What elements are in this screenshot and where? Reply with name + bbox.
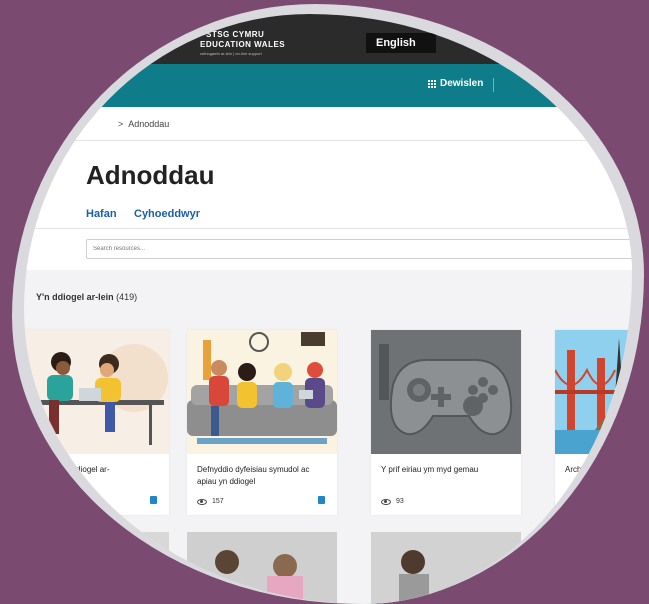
view-count-value: 93 <box>396 498 404 505</box>
card-title: Defnyddio dyfeisiau symudol ac apiau yn … <box>197 465 310 486</box>
eye-icon <box>197 498 207 505</box>
resource-card[interactable] <box>371 532 521 604</box>
navigation-bar <box>24 64 632 107</box>
page-title: Adnoddau <box>86 160 215 190</box>
resource-card[interactable]: plant chi yn ddiogel ar- <box>24 330 169 515</box>
search-input[interactable] <box>86 239 632 259</box>
screenshot-bubble: STSG CYMRU EDUCATION WALES cefnogaeth ar… <box>24 14 632 604</box>
resource-card[interactable]: Defnyddio dyfeisiau symudol ac apiau yn … <box>187 330 337 515</box>
view-count: 157 <box>197 498 224 505</box>
top-bar <box>24 14 632 64</box>
card-illustration <box>371 330 521 454</box>
view-count-value: 157 <box>212 498 224 505</box>
card-illustration <box>24 330 169 454</box>
breadcrumb: > Adnoddau <box>118 119 169 129</box>
results-count: (419) <box>116 292 138 302</box>
card-title: Archc <box>565 465 586 474</box>
menu-button-label: Dewislen <box>440 78 484 89</box>
card-illustration <box>555 330 632 454</box>
language-toggle-button[interactable]: English <box>366 33 436 53</box>
results-heading-label: Y'n ddiogel ar-lein <box>36 292 114 302</box>
card-title: plant chi yn ddiogel ar- <box>29 465 110 474</box>
divider <box>24 228 632 229</box>
eye-icon <box>381 498 391 505</box>
logo-line-2: EDUCATION WALES <box>200 40 286 49</box>
resource-type-icon <box>150 496 157 504</box>
card-illustration <box>187 330 337 454</box>
grid-menu-icon <box>428 79 436 88</box>
resource-card[interactable] <box>187 532 337 604</box>
resource-card[interactable]: Y prif eiriau ym myd gemau 93 <box>371 330 521 515</box>
tab-hafan[interactable]: Hafan <box>86 208 117 220</box>
menu-button[interactable]: Dewislen <box>428 78 483 89</box>
results-heading: Y'n ddiogel ar-lein (419) <box>36 292 137 302</box>
breadcrumb-current: Adnoddau <box>128 119 170 129</box>
divider <box>24 140 632 141</box>
logo-line-3: cefnogaeth ar-lein | on-line support <box>200 51 262 56</box>
view-count: 93 <box>381 498 404 505</box>
resource-card[interactable]: Archc <box>555 330 632 515</box>
resource-card[interactable] <box>24 532 169 604</box>
card-title: Y prif eiriau ym myd gemau <box>381 465 479 474</box>
breadcrumb-separator: > <box>118 119 124 129</box>
tab-cyhoeddwyr[interactable]: Cyhoeddwyr <box>134 208 200 220</box>
resource-type-icon <box>318 496 325 504</box>
nav-divider <box>493 78 494 92</box>
logo-line-1: STSG CYMRU <box>206 30 265 39</box>
